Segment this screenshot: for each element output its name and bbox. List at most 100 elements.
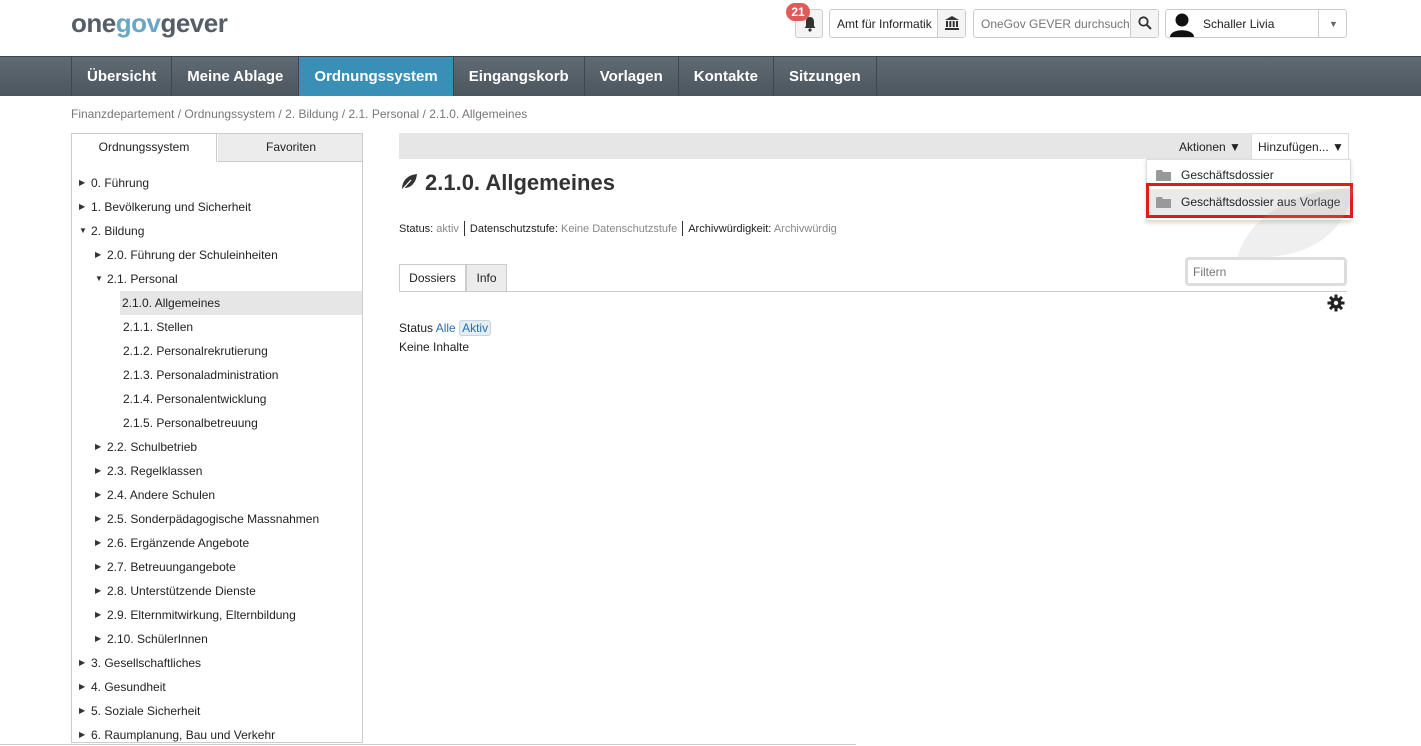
caret-right-icon[interactable]: ▶: [95, 243, 101, 267]
tab-ordnungssystem[interactable]: Ordnungssystem: [72, 134, 217, 162]
caret-down-icon[interactable]: ▼: [95, 267, 103, 291]
tree-item[interactable]: ▶ 2.10. SchülerInnen: [72, 627, 362, 651]
tree-item-label: 0. Führung: [91, 176, 150, 190]
org-unit-label: Amt für Informatik: [837, 17, 932, 31]
caret-right-icon[interactable]: ▶: [95, 579, 101, 603]
tree-item-label: 2.1. Personal: [107, 272, 178, 286]
tree-item-label: 4. Gesundheit: [91, 680, 166, 694]
caret-right-icon[interactable]: ▶: [79, 675, 85, 699]
tree-item[interactable]: 2.1.1. Stellen: [72, 315, 362, 339]
search-input[interactable]: [974, 10, 1130, 37]
app-logo[interactable]: onegovgever: [71, 8, 228, 39]
tree-item-label: 2.0. Führung der Schuleinheiten: [107, 248, 278, 262]
caret-right-icon[interactable]: ▶: [95, 555, 101, 579]
tree-item[interactable]: ▶ 2.5. Sonderpädagogische Massnahmen: [72, 507, 362, 531]
tree-item-label: 2.4. Andere Schulen: [107, 488, 216, 502]
filter-box: [1185, 257, 1347, 286]
nav-item-meine-ablage[interactable]: Meine Ablage: [172, 57, 300, 96]
repository-tree-panel: Ordnungssystem Favoriten ▶ 0. Führung ▶ 1. …: [71, 133, 363, 743]
gear-icon[interactable]: [1327, 294, 1345, 312]
org-unit-button[interactable]: [937, 10, 965, 37]
nav-item-ordnungssystem[interactable]: Ordnungssystem: [299, 57, 454, 96]
hinzufuegen-menu[interactable]: Hinzufügen... ▼: [1251, 133, 1349, 159]
nav-item-uebersicht[interactable]: Übersicht: [72, 57, 173, 96]
tree-item-label: 2.1.2. Personalrekrutierung: [123, 344, 268, 358]
caret-right-icon[interactable]: ▶: [79, 195, 85, 219]
nav-item-vorlagen[interactable]: Vorlagen: [585, 57, 679, 96]
tab-info[interactable]: Info: [466, 264, 507, 292]
tree-item-label: 6. Raumplanung, Bau und Verkehr: [91, 728, 276, 742]
tree-item[interactable]: ▶ 5. Soziale Sicherheit: [72, 699, 362, 723]
tree-item[interactable]: ▶ 6. Raumplanung, Bau und Verkehr: [72, 723, 362, 742]
tree-item-label: 2.2. Schulbetrieb: [107, 440, 198, 454]
privacy-value: Keine Datenschutzstufe: [561, 223, 678, 235]
search-button[interactable]: [1130, 10, 1158, 37]
tree-item[interactable]: 2.1.0. Allgemeines: [120, 291, 362, 315]
tree-item[interactable]: ▶ 1. Bevölkerung und Sicherheit: [72, 195, 362, 219]
leaf-watermark-icon: [1236, 187, 1354, 263]
empty-message: Keine Inhalte: [399, 340, 470, 354]
tree-item[interactable]: ▶ 2.6. Ergänzende Angebote: [72, 531, 362, 555]
filter-active-pill[interactable]: Aktiv: [459, 320, 492, 336]
user-menu[interactable]: Schaller Livia ▼: [1165, 9, 1347, 38]
nav-item-kontakte[interactable]: Kontakte: [679, 57, 774, 96]
tree-item-label: 2.1.4. Personalentwicklung: [123, 392, 267, 406]
tree-item[interactable]: ▶ 3. Gesellschaftliches: [72, 651, 362, 675]
tree-item[interactable]: ▶ 2.4. Andere Schulen: [72, 483, 362, 507]
divider: [463, 221, 465, 236]
caret-right-icon[interactable]: ▶: [95, 627, 101, 651]
tree-item[interactable]: ▶ 2.2. Schulbetrieb: [72, 435, 362, 459]
caret-right-icon[interactable]: ▶: [95, 507, 101, 531]
aktionen-menu[interactable]: Aktionen ▼: [1179, 140, 1241, 154]
notification-count-badge[interactable]: 21: [786, 3, 810, 21]
org-unit-selector[interactable]: Amt für Informatik: [829, 9, 966, 38]
tree-item-label: 3. Gesellschaftliches: [91, 656, 202, 670]
tree-item[interactable]: 2.1.2. Personalrekrutierung: [72, 339, 362, 363]
tree-item[interactable]: 2.1.5. Personalbetreuung: [72, 411, 362, 435]
tree-item[interactable]: 2.1.3. Personaladministration: [72, 363, 362, 387]
tree-item[interactable]: ▼ 2. Bildung: [72, 219, 362, 243]
tree-item[interactable]: ▶ 2.0. Führung der Schuleinheiten: [72, 243, 362, 267]
tree-item-label: 2.5. Sonderpädagogische Massnahmen: [107, 512, 320, 526]
caret-right-icon[interactable]: ▶: [79, 699, 85, 723]
user-menu-toggle[interactable]: ▼: [1318, 10, 1346, 37]
tree-item[interactable]: ▶ 2.8. Unterstützende Dienste: [72, 579, 362, 603]
tree-item-label: 2.10. SchülerInnen: [107, 632, 208, 646]
tree-item[interactable]: ▶ 2.9. Elternmitwirkung, Elternbildung: [72, 603, 362, 627]
status-value: aktiv: [436, 223, 459, 235]
caret-right-icon[interactable]: ▶: [95, 435, 101, 459]
caret-right-icon[interactable]: ▶: [79, 723, 85, 742]
search-icon: [1138, 16, 1152, 30]
tree-item-label: 5. Soziale Sicherheit: [91, 704, 201, 718]
nav-item-eingangskorb[interactable]: Eingangskorb: [454, 57, 585, 96]
caret-right-icon[interactable]: ▶: [95, 531, 101, 555]
user-name: Schaller Livia: [1203, 17, 1275, 31]
tree-item-label: 2.1.3. Personaladministration: [123, 368, 279, 382]
filter-all-link[interactable]: Alle: [436, 321, 456, 335]
tree-item-label: 2.1.0. Allgemeines: [122, 296, 221, 310]
tree-tabs: Ordnungssystem Favoriten: [72, 134, 362, 162]
tree-item-label: 2.8. Unterstützende Dienste: [107, 584, 256, 598]
nav-item-sitzungen[interactable]: Sitzungen: [774, 57, 877, 96]
filter-input[interactable]: [1188, 260, 1344, 283]
tree-item-label: 2.1.5. Personalbetreuung: [123, 416, 258, 430]
action-bar: Aktionen ▼ Hinzufügen... ▼: [399, 133, 1349, 159]
tree-item[interactable]: ▶ 0. Führung: [72, 171, 362, 195]
caret-right-icon[interactable]: ▶: [95, 459, 101, 483]
tab-dossiers[interactable]: Dossiers: [399, 264, 466, 292]
caret-right-icon[interactable]: ▶: [79, 651, 85, 675]
caret-right-icon[interactable]: ▶: [95, 483, 101, 507]
breadcrumb[interactable]: Finanzdepartement / Ordnungssystem / 2. …: [71, 107, 527, 121]
tree-item[interactable]: 2.1.4. Personalentwicklung: [72, 387, 362, 411]
tree-item[interactable]: ▼ 2.1. Personal: [72, 267, 362, 291]
tree-item[interactable]: ▶ 2.3. Regelklassen: [72, 459, 362, 483]
caret-right-icon[interactable]: ▶: [79, 171, 85, 195]
global-search: [973, 9, 1159, 38]
tree-item-label: 2. Bildung: [91, 224, 145, 238]
tab-favoriten[interactable]: Favoriten: [218, 134, 362, 162]
caret-down-icon[interactable]: ▼: [79, 219, 87, 243]
caret-right-icon[interactable]: ▶: [95, 603, 101, 627]
tree-item[interactable]: ▶ 2.7. Betreuungangebote: [72, 555, 362, 579]
leaf-icon: [400, 174, 417, 192]
tree-item[interactable]: ▶ 4. Gesundheit: [72, 675, 362, 699]
